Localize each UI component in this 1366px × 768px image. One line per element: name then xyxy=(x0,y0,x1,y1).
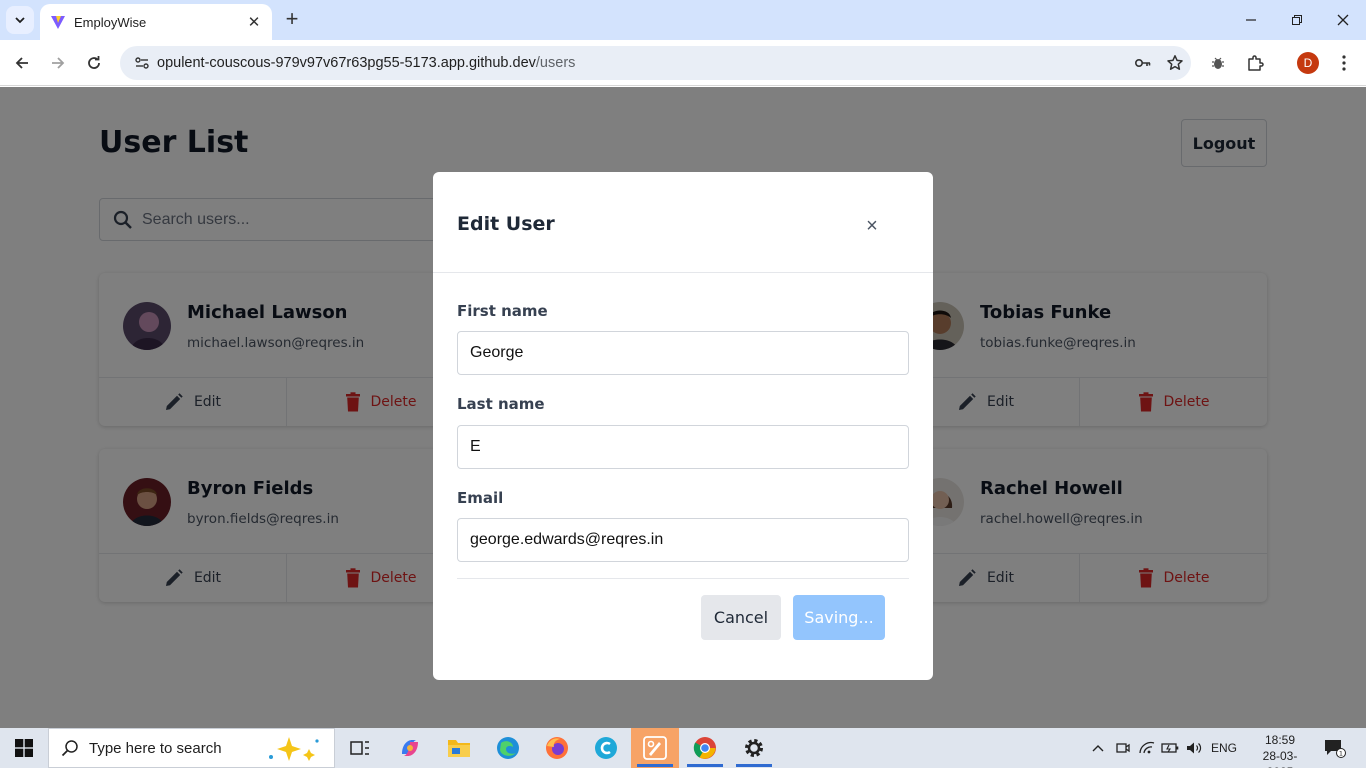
folder-icon xyxy=(448,740,470,757)
first-name-label: First name xyxy=(457,302,548,320)
copilot-app[interactable] xyxy=(386,728,434,768)
close-tab-icon[interactable]: ✕ xyxy=(244,13,264,31)
search-icon xyxy=(61,740,78,757)
forward-arrow-icon xyxy=(52,57,65,69)
task-view-icon xyxy=(350,741,369,755)
chrome-app[interactable] xyxy=(681,728,729,768)
restore-button[interactable] xyxy=(1274,0,1320,40)
battery-icon[interactable] xyxy=(1160,728,1180,768)
bug-icon[interactable] xyxy=(1206,51,1230,75)
first-name-field[interactable] xyxy=(457,331,909,375)
browser-tab[interactable]: EmployWise ✕ xyxy=(40,4,272,40)
browser-toolbar: opulent-couscous-979v97v67r63pg55-5173.a… xyxy=(0,40,1366,86)
tray-overflow-icon[interactable] xyxy=(1088,728,1108,768)
windows-taskbar: Type here to search ENG 18:59 28-03- 1 xyxy=(0,728,1366,768)
back-button[interactable] xyxy=(8,49,36,77)
copilot-icon xyxy=(402,740,418,756)
minimize-icon xyxy=(1246,19,1256,21)
back-arrow-icon xyxy=(15,57,28,69)
clock-date: 28-03-2025 xyxy=(1262,749,1298,768)
close-icon[interactable]: × xyxy=(861,215,883,237)
gear-icon xyxy=(745,739,763,757)
kebab-menu-icon[interactable] xyxy=(1332,51,1356,75)
design-app-icon xyxy=(643,736,667,760)
notifications-button[interactable]: 1 xyxy=(1318,728,1352,768)
edit-user-modal: Edit User × First name Last name Email C… xyxy=(433,172,933,680)
minimize-button[interactable] xyxy=(1228,0,1274,40)
windows-logo-icon xyxy=(15,739,33,757)
modal-header: Edit User × xyxy=(433,172,933,273)
browser-tabstrip: EmployWise ✕ + xyxy=(0,0,1366,40)
new-tab-button[interactable]: + xyxy=(280,6,304,34)
vite-logo-icon xyxy=(51,16,65,29)
last-name-label: Last name xyxy=(457,395,545,413)
address-bar[interactable]: opulent-couscous-979v97v67r63pg55-5173.a… xyxy=(120,46,1191,80)
network-icon[interactable] xyxy=(1137,728,1157,768)
settings-app[interactable] xyxy=(730,728,778,768)
taskbar-clock[interactable]: 18:59 28-03-2025 xyxy=(1252,732,1308,768)
modal-divider xyxy=(457,578,909,579)
chevron-down-icon xyxy=(15,17,25,24)
meet-now-icon[interactable] xyxy=(1113,728,1133,768)
edge-app[interactable] xyxy=(484,728,532,768)
app-viewport: User List Logout Michael Lawson michael.… xyxy=(0,87,1366,728)
firefox-app[interactable] xyxy=(533,728,581,768)
start-button[interactable] xyxy=(0,728,48,768)
tab-search-button[interactable] xyxy=(6,6,34,34)
taskbar-search-text: Type here to search xyxy=(89,739,222,757)
email-field[interactable] xyxy=(457,518,909,562)
design-app[interactable] xyxy=(631,728,679,768)
forward-button[interactable] xyxy=(44,49,72,77)
file-explorer-app[interactable] xyxy=(435,728,483,768)
chrome-icon xyxy=(693,737,716,759)
password-key-icon[interactable] xyxy=(1127,54,1159,72)
profile-avatar[interactable]: D xyxy=(1297,52,1319,74)
task-view-button[interactable] xyxy=(336,728,384,768)
extensions-puzzle-icon[interactable] xyxy=(1243,51,1267,75)
url-host: opulent-couscous-979v97v67r63pg55-5173.a… xyxy=(157,55,536,71)
tab-title: EmployWise xyxy=(74,14,147,30)
clock-time: 18:59 xyxy=(1264,733,1296,747)
language-indicator[interactable]: ENG xyxy=(1208,728,1240,768)
svg-text:1: 1 xyxy=(1339,750,1343,758)
url-path: /users xyxy=(535,55,576,71)
search-highlight-icon xyxy=(269,737,319,761)
close-window-button[interactable] xyxy=(1320,0,1366,40)
url-text: opulent-couscous-979v97v67r63pg55-5173.a… xyxy=(157,55,1127,71)
edge-icon xyxy=(497,737,519,759)
taskbar-search[interactable]: Type here to search xyxy=(48,728,335,768)
notification-icon: 1 xyxy=(1325,740,1346,758)
modal-title: Edit User xyxy=(457,213,555,235)
bookmark-star-icon[interactable] xyxy=(1159,54,1191,72)
site-info-icon[interactable] xyxy=(128,55,156,71)
reload-icon xyxy=(88,56,100,69)
reload-button[interactable] xyxy=(80,49,108,77)
save-button[interactable]: Saving... xyxy=(793,595,885,640)
restore-icon xyxy=(1292,15,1302,25)
cancel-button[interactable]: Cancel xyxy=(701,595,781,640)
close-icon xyxy=(1337,14,1349,26)
email-label: Email xyxy=(457,489,504,507)
canva-icon xyxy=(595,737,617,759)
canva-app[interactable] xyxy=(582,728,630,768)
firefox-icon xyxy=(546,737,568,759)
volume-icon[interactable] xyxy=(1184,728,1204,768)
last-name-field[interactable] xyxy=(457,425,909,469)
